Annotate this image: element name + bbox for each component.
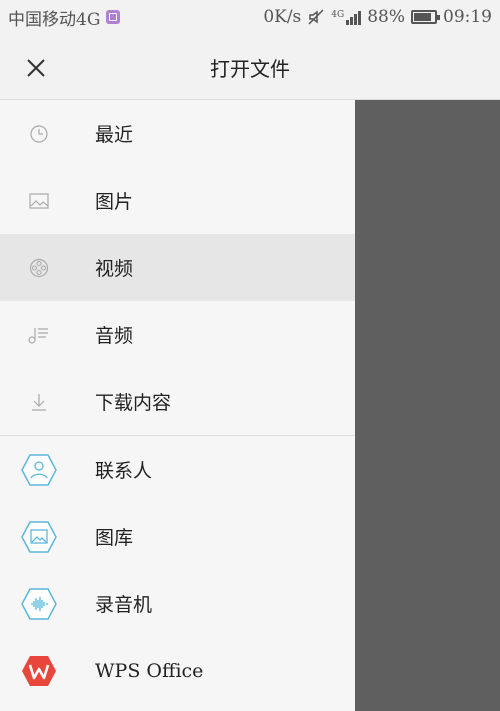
battery-percent: 88% bbox=[367, 7, 405, 27]
gallery-icon bbox=[21, 519, 57, 555]
app-item-recorder[interactable]: 录音机 bbox=[0, 570, 355, 637]
wps-office-icon bbox=[21, 653, 57, 689]
contacts-icon bbox=[21, 452, 57, 488]
app-item-gallery[interactable]: 图库 bbox=[0, 503, 355, 570]
app-item-contacts[interactable]: 联系人 bbox=[0, 436, 355, 503]
network-type-label: 4G bbox=[331, 10, 345, 20]
app-item-label: 录音机 bbox=[95, 594, 153, 616]
clock-time: 09:19 bbox=[443, 7, 492, 27]
signal-icon bbox=[346, 9, 362, 25]
nav-item-label: 最近 bbox=[95, 124, 134, 146]
gallery-notification-icon bbox=[106, 10, 121, 24]
nav-item-images[interactable]: 图片 bbox=[0, 167, 355, 234]
locations-list: 最近 图片 视频 音频 下载内容 联系人 图库 录音机 WPS Office bbox=[0, 100, 355, 704]
file-picker-drawer: 打开文件 最近 图片 视频 音频 下载内容 联系人 图库 录音机 WPS Off… bbox=[0, 34, 500, 711]
nav-item-label: 音频 bbox=[95, 325, 134, 347]
image-icon bbox=[26, 188, 52, 214]
app-item-label: 联系人 bbox=[95, 460, 153, 482]
video-reel-icon bbox=[26, 255, 52, 281]
app-item-label: WPS Office bbox=[95, 659, 204, 682]
nav-item-recent[interactable]: 最近 bbox=[0, 100, 355, 167]
carrier-label: 中国移动4G bbox=[8, 9, 101, 30]
page-title: 打开文件 bbox=[210, 57, 290, 81]
music-note-icon bbox=[26, 322, 52, 348]
drawer-header: 打开文件 bbox=[0, 34, 500, 100]
app-item-label: 图库 bbox=[95, 527, 134, 549]
nav-item-label: 下载内容 bbox=[95, 392, 172, 414]
download-icon bbox=[26, 389, 52, 415]
nav-item-label: 图片 bbox=[95, 191, 134, 213]
battery-icon bbox=[411, 10, 440, 24]
clock-icon bbox=[26, 121, 52, 147]
apps-list: 联系人 图库 录音机 WPS Office bbox=[0, 436, 355, 704]
status-bar: 中国移动4G 0K/s 4G 88% 09:19 bbox=[0, 0, 500, 34]
mute-icon bbox=[308, 9, 324, 25]
nav-item-downloads[interactable]: 下载内容 bbox=[0, 368, 355, 435]
nav-item-label: 视频 bbox=[95, 258, 134, 280]
recorder-icon bbox=[21, 586, 57, 622]
network-speed: 0K/s bbox=[263, 7, 302, 27]
nav-item-audio[interactable]: 音频 bbox=[0, 301, 355, 368]
nav-item-videos[interactable]: 视频 bbox=[0, 234, 355, 301]
app-item-wps-office[interactable]: WPS Office bbox=[0, 637, 355, 704]
